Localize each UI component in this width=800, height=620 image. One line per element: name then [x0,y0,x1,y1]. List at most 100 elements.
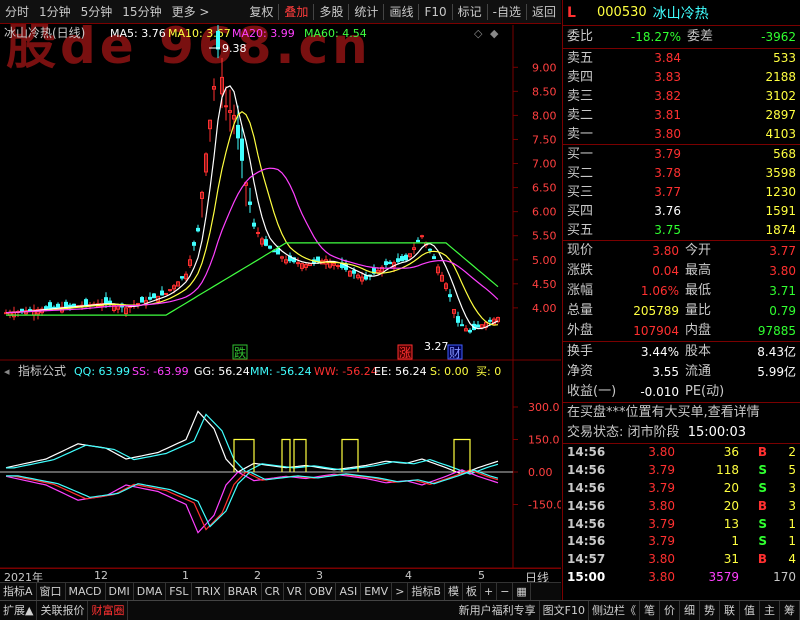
tick-list[interactable]: 14:56 3.80 36 B 2 14:56 3.79 118 S 5 14:56 3.79 20 S 3… [563,444,800,587]
tick-row[interactable]: 14:56 3.79 13 S 1 [563,516,800,534]
tick-row[interactable]: 15:00 3.80 3579 170 [563,569,800,587]
mark-button[interactable]: 标记 [453,0,487,24]
tick-volume: 20 [723,498,739,513]
buy-row[interactable]: 买四 3.76 1591 [563,202,800,221]
expand-button[interactable]: 扩展▲ [0,600,38,620]
price-tick: 7.00 [532,158,557,171]
remove-watchlist-button[interactable]: -自选 [488,0,526,24]
switch-chips[interactable]: 筹 [780,600,800,620]
switch-value[interactable]: 值 [740,600,760,620]
indicator-tabs: 指标A 窗口 MACD DMI DMA FSL TRIX BRAR CR VR … [0,582,561,601]
indicator-legend-item: EE: 56.24 [374,365,427,378]
weicha-value: -3962 [761,30,796,44]
tab-macd[interactable]: MACD [66,582,106,601]
finance-row: 净资 3.55 流通 5.99亿 [563,362,800,382]
tab-15min[interactable]: 15分钟 [117,0,166,24]
buy-row[interactable]: 买三 3.77 1230 [563,183,800,202]
collapse-icon[interactable]: ◂ [4,365,10,378]
tick-row[interactable]: 14:56 3.80 20 B 3 [563,498,800,516]
status-bar: 扩展▲ 关联报价 财富圈 新用户福利专享 图文F10 侧边栏《 笔 价 细 势 … [0,600,800,620]
sell-row[interactable]: 卖二 3.81 2897 [563,106,800,125]
indicator-legend: QQ: 63.99 SS: -63.99 GG: 56.24 MM: -56.24 WW… [74,365,501,378]
tick-row[interactable]: 14:56 3.79 1 S 1 [563,533,800,551]
tab-5min[interactable]: 5分钟 [76,0,118,24]
related-quotes-button[interactable]: 关联报价 [37,600,89,620]
buy-row[interactable]: 买五 3.75 1874 [563,221,800,240]
tick-side: S [758,516,767,531]
tab-indicator-b[interactable]: 指标B [408,582,445,601]
marker-fall[interactable]: 跌 [234,345,246,360]
chart-area[interactable]: 冰山冷热(日线) MA5: 3.76 MA10: 3.67 MA20: 3.99 MA… [0,19,563,569]
tab-intraday[interactable]: 分时 [0,0,34,24]
sidebar-toggle-button[interactable]: 侧边栏《 [589,600,640,620]
tick-row[interactable]: 14:56 3.79 20 S 3 [563,480,800,498]
candle-body [404,254,408,261]
tab-dma[interactable]: DMA [134,582,167,601]
diamond-icon[interactable]: ◇ [474,27,483,40]
diamond-filled-icon[interactable]: ◆ [490,27,499,40]
sell-row[interactable]: 卖四 3.83 2188 [563,68,800,87]
tab-1min[interactable]: 1分钟 [34,0,76,24]
switch-price[interactable]: 价 [660,600,680,620]
zoom-out-button[interactable]: − [497,582,514,601]
tick-time: 14:56 [567,498,606,513]
tab-more[interactable]: 更多 > [167,0,215,24]
tick-row[interactable]: 14:57 3.80 31 B 4 [563,551,800,569]
buy-row[interactable]: 买一 3.79 568 [563,145,800,164]
candle-body [448,294,452,298]
sell-label: 卖三 [567,89,594,104]
kline-chart[interactable]: 冰山冷热(日线) MA5: 3.76 MA10: 3.67 MA20: 3.99 MA… [0,19,563,569]
tick-count: 4 [788,552,796,567]
stats-button[interactable]: 统计 [349,0,383,24]
multi-stock-button[interactable]: 多股 [314,0,348,24]
grid-icon[interactable]: ▦ [513,582,531,601]
finance-row: 收益(一) -0.010 PE(动) [563,382,800,402]
tab-fsl[interactable]: FSL [166,582,193,601]
stock-code[interactable]: 000530 [597,5,647,20]
marker-rise[interactable]: 涨 [399,345,411,360]
tab-obv[interactable]: OBV [306,582,337,601]
marker-finance[interactable]: 财 [449,346,461,360]
indicator-signal [233,438,255,472]
candle-body [168,289,172,292]
tick-row[interactable]: 14:56 3.79 118 S 5 [563,462,800,480]
zoom-in-button[interactable]: + [481,582,498,601]
tab-window[interactable]: 窗口 [37,582,66,601]
tab-brar[interactable]: BRAR [225,582,262,601]
switch-ticks[interactable]: 笔 [640,600,660,620]
overlay-button[interactable]: 叠加 [279,0,313,24]
tick-row[interactable]: 14:56 3.80 36 B 2 [563,444,800,462]
tab-vr[interactable]: VR [284,582,307,601]
stock-name[interactable]: 冰山冷热 [653,3,709,23]
tab-more-indicators[interactable]: > [392,582,409,601]
big-order-alert[interactable]: 在买盘***位置有大买单,查看详情 [563,403,800,423]
tab-cr[interactable]: CR [262,582,284,601]
sell-row[interactable]: 卖五 3.84 533 [563,49,800,68]
date-axis: 2021年 12 1 2 3 4 5 日线 [0,568,561,585]
wealth-circle-button[interactable]: 财富圈 [88,600,129,620]
tab-board[interactable]: 板 [463,582,481,601]
draw-line-button[interactable]: 画线 [384,0,418,24]
switch-trend[interactable]: 势 [700,600,720,620]
tab-asi[interactable]: ASI [336,582,362,601]
sell-row[interactable]: 卖三 3.82 3102 [563,87,800,106]
f10-graphic-button[interactable]: 图文F10 [540,600,589,620]
switch-related[interactable]: 联 [720,600,740,620]
rights-adjust-button[interactable]: 复权 [244,0,278,24]
switch-detail[interactable]: 细 [680,600,700,620]
switch-main[interactable]: 主 [760,600,780,620]
tab-trix[interactable]: TRIX [192,582,225,601]
tick-volume: 1 [731,534,739,549]
tab-indicator-a[interactable]: 指标A [0,582,37,601]
tab-template[interactable]: 模 [445,582,463,601]
tab-emv[interactable]: EMV [361,582,393,601]
sell-row[interactable]: 卖一 3.80 4103 [563,125,800,144]
back-button[interactable]: 返回 [527,0,561,24]
buy-row[interactable]: 买二 3.78 3598 [563,164,800,183]
tab-dmi[interactable]: DMI [106,582,134,601]
buy-price: 3.78 [654,166,681,180]
tick-side: B [757,498,767,513]
indicator-signal [453,438,471,472]
new-user-benefit-link[interactable]: 新用户福利专享 [456,600,540,620]
f10-button[interactable]: F10 [419,0,451,24]
